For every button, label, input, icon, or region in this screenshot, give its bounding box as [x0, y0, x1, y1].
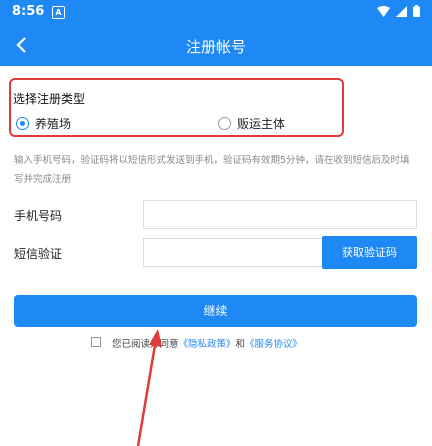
wifi-icon: [377, 5, 390, 17]
sms-code-input[interactable]: [143, 238, 323, 267]
phone-label: 手机号码: [14, 209, 63, 223]
nav-bar: 注册帐号: [0, 26, 432, 66]
status-icons: [377, 5, 420, 17]
status-time: 8:56: [12, 4, 45, 19]
privacy-policy-link[interactable]: 《隐私政策》: [179, 339, 236, 350]
radio-farm-label[interactable]: 养殖场: [35, 115, 71, 132]
phone-input[interactable]: [143, 200, 417, 229]
status-bar: 8:56 A: [0, 0, 432, 26]
agreement-and: 和: [235, 339, 246, 350]
notification-icon: A: [52, 6, 65, 19]
radio-transport[interactable]: [218, 117, 231, 130]
app-header: 8:56 A 注册帐号: [0, 0, 432, 66]
service-agreement-link[interactable]: 《服务协议》: [245, 339, 302, 350]
signal-icon: [396, 5, 407, 17]
battery-icon: [413, 5, 420, 17]
radio-transport-label[interactable]: 贩运主体: [237, 115, 285, 132]
sms-label: 短信验证: [14, 247, 63, 261]
radio-farm[interactable]: [16, 117, 29, 130]
register-type-title: 选择注册类型: [13, 92, 86, 106]
registration-hint: 输入手机号码，验证码将以短信形式发送到手机，验证码有效期5分钟，请在收到短信后及…: [14, 155, 410, 185]
get-code-button[interactable]: 获取验证码: [322, 236, 417, 269]
agree-checkbox[interactable]: [91, 337, 101, 347]
red-arrow-annotation: [136, 329, 162, 446]
continue-button[interactable]: 继续: [14, 295, 417, 327]
page-title: 注册帐号: [185, 38, 246, 56]
